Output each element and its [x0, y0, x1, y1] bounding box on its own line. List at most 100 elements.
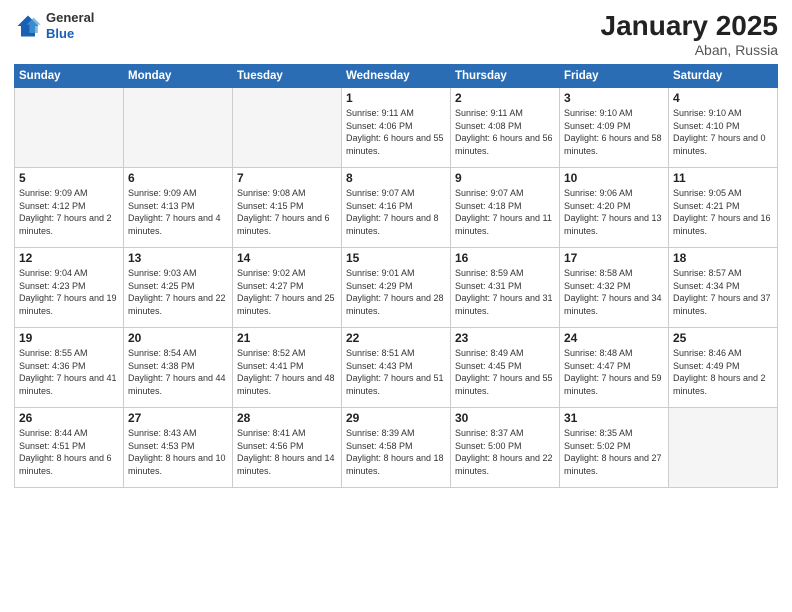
cell-info: Sunrise: 9:06 AMSunset: 4:20 PMDaylight:…: [564, 187, 664, 237]
weekday-header: Thursday: [451, 65, 560, 88]
cell-day-number: 28: [237, 411, 337, 425]
calendar-cell: [15, 88, 124, 168]
cell-day-number: 2: [455, 91, 555, 105]
cell-info: Sunrise: 8:35 AMSunset: 5:02 PMDaylight:…: [564, 427, 664, 477]
weekday-header-row: SundayMondayTuesdayWednesdayThursdayFrid…: [15, 65, 778, 88]
cell-day-number: 11: [673, 171, 773, 185]
cell-info: Sunrise: 9:04 AMSunset: 4:23 PMDaylight:…: [19, 267, 119, 317]
cell-day-number: 30: [455, 411, 555, 425]
cell-info: Sunrise: 8:37 AMSunset: 5:00 PMDaylight:…: [455, 427, 555, 477]
cell-info: Sunrise: 9:10 AMSunset: 4:10 PMDaylight:…: [673, 107, 773, 157]
cell-info: Sunrise: 8:44 AMSunset: 4:51 PMDaylight:…: [19, 427, 119, 477]
cell-day-number: 31: [564, 411, 664, 425]
calendar-cell: [669, 408, 778, 488]
cell-day-number: 9: [455, 171, 555, 185]
calendar-cell: 16 Sunrise: 8:59 AMSunset: 4:31 PMDayligh…: [451, 248, 560, 328]
cell-info: Sunrise: 8:49 AMSunset: 4:45 PMDaylight:…: [455, 347, 555, 397]
weekday-header: Tuesday: [233, 65, 342, 88]
calendar-cell: 13 Sunrise: 9:03 AMSunset: 4:25 PMDayligh…: [124, 248, 233, 328]
weekday-header: Wednesday: [342, 65, 451, 88]
cell-day-number: 21: [237, 331, 337, 345]
month-title: January 2025: [601, 10, 778, 42]
calendar-cell: 31 Sunrise: 8:35 AMSunset: 5:02 PMDayligh…: [560, 408, 669, 488]
cell-day-number: 23: [455, 331, 555, 345]
cell-info: Sunrise: 8:48 AMSunset: 4:47 PMDaylight:…: [564, 347, 664, 397]
cell-day-number: 16: [455, 251, 555, 265]
calendar-week-row: 19 Sunrise: 8:55 AMSunset: 4:36 PMDayligh…: [15, 328, 778, 408]
calendar-cell: 29 Sunrise: 8:39 AMSunset: 4:58 PMDayligh…: [342, 408, 451, 488]
cell-info: Sunrise: 9:07 AMSunset: 4:16 PMDaylight:…: [346, 187, 446, 237]
calendar-cell: 12 Sunrise: 9:04 AMSunset: 4:23 PMDayligh…: [15, 248, 124, 328]
weekday-header: Saturday: [669, 65, 778, 88]
calendar-cell: 25Sunrise: 8:46 AMSunset: 4:49 PMDayligh…: [669, 328, 778, 408]
cell-day-number: 24: [564, 331, 664, 345]
calendar-cell: 5 Sunrise: 9:09 AMSunset: 4:12 PMDaylight…: [15, 168, 124, 248]
calendar-cell: 7Sunrise: 9:08 AMSunset: 4:15 PMDaylight…: [233, 168, 342, 248]
calendar-cell: 24 Sunrise: 8:48 AMSunset: 4:47 PMDayligh…: [560, 328, 669, 408]
logo-blue: Blue: [46, 26, 94, 42]
cell-day-number: 3: [564, 91, 664, 105]
cell-info: Sunrise: 9:08 AMSunset: 4:15 PMDaylight:…: [237, 187, 337, 237]
cell-info: Sunrise: 9:09 AMSunset: 4:12 PMDaylight:…: [19, 187, 119, 237]
cell-day-number: 20: [128, 331, 228, 345]
cell-info: Sunrise: 8:54 AMSunset: 4:38 PMDaylight:…: [128, 347, 228, 397]
calendar-cell: 8 Sunrise: 9:07 AMSunset: 4:16 PMDaylight…: [342, 168, 451, 248]
calendar-cell: 11Sunrise: 9:05 AMSunset: 4:21 PMDayligh…: [669, 168, 778, 248]
cell-info: Sunrise: 8:52 AMSunset: 4:41 PMDaylight:…: [237, 347, 337, 397]
calendar-cell: 3 Sunrise: 9:10 AMSunset: 4:09 PMDaylight…: [560, 88, 669, 168]
calendar-cell: 10 Sunrise: 9:06 AMSunset: 4:20 PMDayligh…: [560, 168, 669, 248]
cell-info: Sunrise: 9:11 AMSunset: 4:08 PMDaylight:…: [455, 107, 555, 157]
cell-day-number: 22: [346, 331, 446, 345]
logo-text: General Blue: [46, 10, 94, 41]
title-block: January 2025 Aban, Russia: [601, 10, 778, 58]
cell-day-number: 12: [19, 251, 119, 265]
calendar-cell: 26 Sunrise: 8:44 AMSunset: 4:51 PMDayligh…: [15, 408, 124, 488]
cell-day-number: 1: [346, 91, 446, 105]
weekday-header: Friday: [560, 65, 669, 88]
cell-day-number: 27: [128, 411, 228, 425]
cell-day-number: 4: [673, 91, 773, 105]
calendar-cell: 19 Sunrise: 8:55 AMSunset: 4:36 PMDayligh…: [15, 328, 124, 408]
calendar-cell: 20 Sunrise: 8:54 AMSunset: 4:38 PMDayligh…: [124, 328, 233, 408]
cell-info: Sunrise: 8:51 AMSunset: 4:43 PMDaylight:…: [346, 347, 446, 397]
calendar-cell: 9Sunrise: 9:07 AMSunset: 4:18 PMDaylight…: [451, 168, 560, 248]
cell-day-number: 29: [346, 411, 446, 425]
calendar-cell: 18Sunrise: 8:57 AMSunset: 4:34 PMDayligh…: [669, 248, 778, 328]
cell-info: Sunrise: 8:55 AMSunset: 4:36 PMDaylight:…: [19, 347, 119, 397]
cell-info: Sunrise: 9:01 AMSunset: 4:29 PMDaylight:…: [346, 267, 446, 317]
cell-day-number: 17: [564, 251, 664, 265]
cell-day-number: 26: [19, 411, 119, 425]
calendar-cell: 15 Sunrise: 9:01 AMSunset: 4:29 PMDayligh…: [342, 248, 451, 328]
cell-info: Sunrise: 8:43 AMSunset: 4:53 PMDaylight:…: [128, 427, 228, 477]
calendar-cell: 30 Sunrise: 8:37 AMSunset: 5:00 PMDayligh…: [451, 408, 560, 488]
calendar-cell: 22 Sunrise: 8:51 AMSunset: 4:43 PMDayligh…: [342, 328, 451, 408]
calendar-cell: [233, 88, 342, 168]
cell-day-number: 18: [673, 251, 773, 265]
cell-info: Sunrise: 9:03 AMSunset: 4:25 PMDaylight:…: [128, 267, 228, 317]
logo-general: General: [46, 10, 94, 26]
cell-day-number: 14: [237, 251, 337, 265]
cell-info: Sunrise: 9:02 AMSunset: 4:27 PMDaylight:…: [237, 267, 337, 317]
cell-day-number: 8: [346, 171, 446, 185]
calendar-cell: 28Sunrise: 8:41 AMSunset: 4:56 PMDayligh…: [233, 408, 342, 488]
weekday-header: Sunday: [15, 65, 124, 88]
cell-info: Sunrise: 8:39 AMSunset: 4:58 PMDaylight:…: [346, 427, 446, 477]
logo: General Blue: [14, 10, 94, 41]
cell-day-number: 19: [19, 331, 119, 345]
calendar-cell: 23 Sunrise: 8:49 AMSunset: 4:45 PMDayligh…: [451, 328, 560, 408]
calendar-week-row: 1Sunrise: 9:11 AMSunset: 4:06 PMDaylight…: [15, 88, 778, 168]
cell-info: Sunrise: 9:10 AMSunset: 4:09 PMDaylight:…: [564, 107, 664, 157]
cell-day-number: 13: [128, 251, 228, 265]
page-container: General Blue January 2025 Aban, Russia S…: [0, 0, 792, 612]
header: General Blue January 2025 Aban, Russia: [14, 10, 778, 58]
cell-day-number: 15: [346, 251, 446, 265]
cell-info: Sunrise: 8:59 AMSunset: 4:31 PMDaylight:…: [455, 267, 555, 317]
calendar-cell: 14 Sunrise: 9:02 AMSunset: 4:27 PMDayligh…: [233, 248, 342, 328]
calendar-cell: 6Sunrise: 9:09 AMSunset: 4:13 PMDaylight…: [124, 168, 233, 248]
cell-info: Sunrise: 9:09 AMSunset: 4:13 PMDaylight:…: [128, 187, 228, 237]
calendar-cell: 1Sunrise: 9:11 AMSunset: 4:06 PMDaylight…: [342, 88, 451, 168]
cell-day-number: 10: [564, 171, 664, 185]
calendar-cell: 2 Sunrise: 9:11 AMSunset: 4:08 PMDaylight…: [451, 88, 560, 168]
cell-day-number: 5: [19, 171, 119, 185]
location: Aban, Russia: [601, 42, 778, 58]
